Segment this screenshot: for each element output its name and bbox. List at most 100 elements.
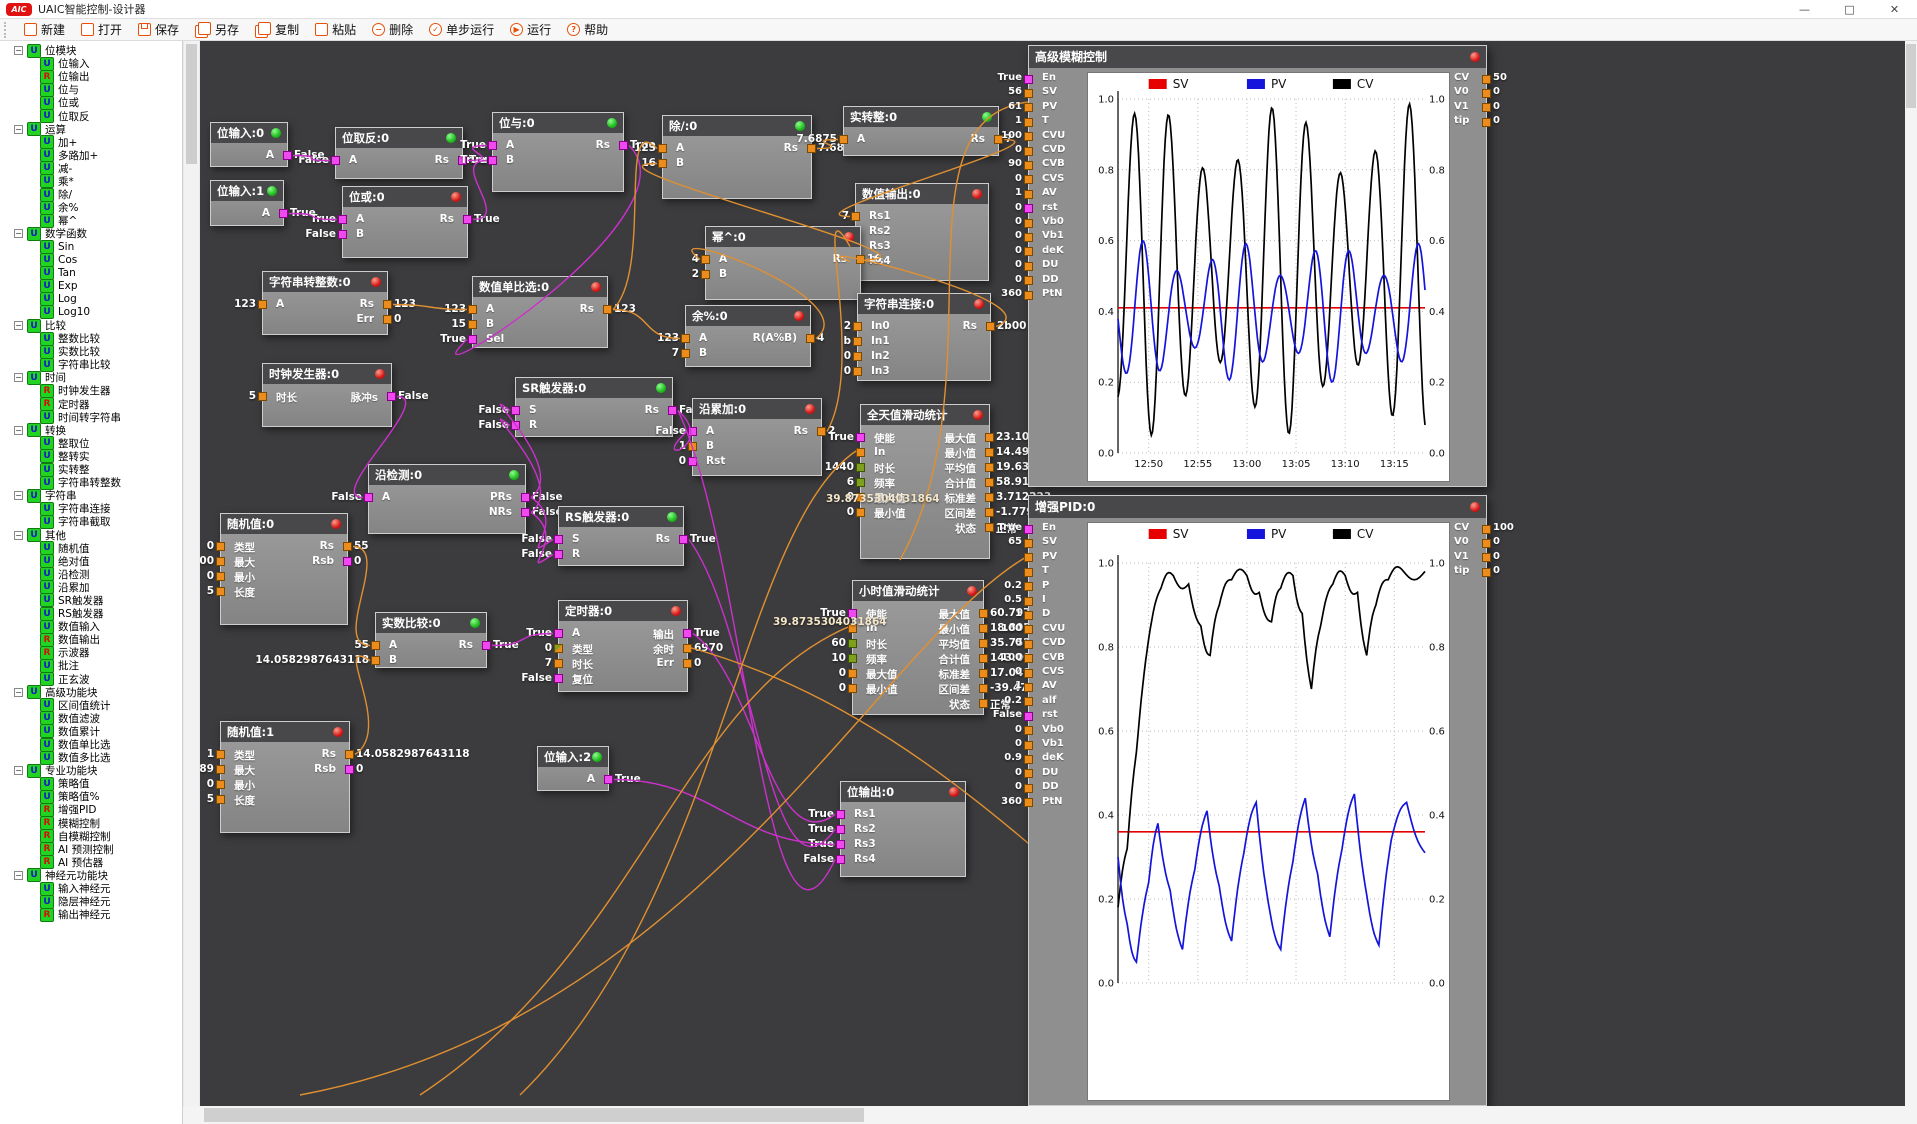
tree-item-随机值[interactable]: U随机值 (0, 542, 182, 555)
toolbar-grip-handle[interactable] (4, 22, 11, 38)
tree-item-绝对值[interactable]: U绝对值 (0, 555, 182, 568)
node-位输出:0[interactable]: 位输出:0Rs1TrueRs2TrueRs3TrueRs4False (840, 781, 966, 877)
node-title[interactable]: 余%:0 (686, 306, 810, 326)
node-位输入:1[interactable]: 位输入:1ATrue (210, 180, 284, 226)
port-n17R0[interactable] (985, 433, 994, 442)
tree-item-数值多比选[interactable]: U数值多比选 (0, 751, 182, 764)
panel-title[interactable]: 增强PID:0 (1029, 496, 1486, 518)
port-n13L0[interactable] (258, 392, 267, 401)
node-SR触发器:0[interactable]: SR触发器:0SFalseRsFalseRFalse (515, 377, 673, 437)
tree-item-Cos[interactable]: UCos (0, 254, 182, 267)
maximize-button[interactable]: □ (1827, 0, 1872, 18)
port-n17R5[interactable] (985, 508, 994, 517)
tree-item-模糊控制[interactable]: R模糊控制 (0, 817, 182, 830)
tree-item-输出神经元[interactable]: R输出神经元 (0, 908, 182, 921)
node-字符串连接:0[interactable]: 字符串连接:0In02Rs2b00In1bIn20In30 (857, 293, 991, 381)
tree-item-余%[interactable]: U余% (0, 201, 182, 214)
tree-item-位或[interactable]: U位或 (0, 96, 182, 109)
port-n13R0[interactable] (387, 392, 396, 401)
port-pB_L16[interactable] (1024, 755, 1033, 764)
port-n18L1[interactable] (216, 557, 225, 566)
node-title[interactable]: 除/:0 (663, 116, 811, 136)
node-位或:0[interactable]: 位或:0ATrueRsTrueBFalse (342, 186, 468, 258)
port-n20L0[interactable] (371, 641, 380, 650)
port-pA_R1[interactable] (1482, 89, 1491, 98)
node-数值输出:0[interactable]: 数值输出:0Rs17Rs20Rs32Rs42b00 (855, 183, 989, 281)
port-n21L1[interactable] (554, 644, 563, 653)
port-pB_L1[interactable] (1024, 539, 1033, 548)
port-pB_L0[interactable] (1024, 525, 1033, 534)
tree-item-AI 预估器[interactable]: RAI 预估器 (0, 856, 182, 869)
tree-item-字符串[interactable]: −U字符串 (0, 489, 182, 502)
port-n22L2[interactable] (848, 639, 857, 648)
node-余%:0[interactable]: 余%:0A123R(A%B)4B7 (685, 305, 811, 367)
panel-增强PID:0[interactable]: 增强PID:0EnTrueSV65PVTP0.2I0.5D1CVU100CVD0… (1028, 495, 1487, 1106)
collapse-icon[interactable]: − (14, 229, 23, 238)
toolbar-saveas-button[interactable]: 另存 (187, 19, 247, 40)
port-n9L0[interactable] (468, 305, 477, 314)
tree-item-数值累计[interactable]: U数值累计 (0, 725, 182, 738)
port-n5L1[interactable] (658, 159, 667, 168)
toolbar-help-button[interactable]: ?帮助 (559, 19, 616, 40)
tree-item-字符串比较[interactable]: U字符串比较 (0, 358, 182, 371)
tree-item-Sin[interactable]: USin (0, 240, 182, 253)
tree-item-实转整[interactable]: U实转整 (0, 463, 182, 476)
node-title[interactable]: 位输入:2 (538, 747, 608, 767)
node-title[interactable]: 数值单比选:0 (473, 277, 607, 297)
port-n18R1[interactable] (343, 557, 352, 566)
node-位输入:0[interactable]: 位输入:0AFalse (210, 122, 288, 167)
port-pB_L2[interactable] (1024, 553, 1033, 562)
tree-item-沿检测[interactable]: U沿检测 (0, 568, 182, 581)
tree-item-整转实[interactable]: U整转实 (0, 450, 182, 463)
port-n17R6[interactable] (985, 523, 994, 532)
tree-item-位输入[interactable]: U位输入 (0, 57, 182, 70)
port-n9L2[interactable] (468, 335, 477, 344)
port-n21R2[interactable] (683, 659, 692, 668)
port-n19R0[interactable] (679, 535, 688, 544)
port-n11L1[interactable] (681, 349, 690, 358)
node-实转整:0[interactable]: 实转整:0A7.6875Rs7 (843, 106, 999, 156)
toolbar-open-button[interactable]: 打开 (73, 19, 130, 40)
tree-item-数值滤波[interactable]: U数值滤波 (0, 712, 182, 725)
port-n22R2[interactable] (979, 639, 988, 648)
tree-item-乘*[interactable]: U乘* (0, 175, 182, 188)
panel-高级模糊控制[interactable]: 高级模糊控制EnTrueSV56PV61T1CVU100CVD0CVB90CVS… (1028, 45, 1487, 487)
node-幂^:0[interactable]: 幂^:0A4Rs16B2 (705, 226, 861, 300)
port-n16L0[interactable] (364, 493, 373, 502)
port-pA_L8[interactable] (1024, 190, 1033, 199)
port-n22R0[interactable] (979, 609, 988, 618)
port-n8R1[interactable] (383, 315, 392, 324)
port-n25L3[interactable] (836, 855, 845, 864)
node-title[interactable]: 位或:0 (343, 187, 467, 207)
port-n11L0[interactable] (681, 334, 690, 343)
port-n12R0[interactable] (986, 322, 995, 331)
tree-item-加+[interactable]: U加+ (0, 136, 182, 149)
panel-title[interactable]: 高级模糊控制 (1029, 46, 1486, 68)
port-pA_L5[interactable] (1024, 147, 1033, 156)
collapse-icon[interactable]: − (14, 531, 23, 540)
tree-item-正玄波[interactable]: U正玄波 (0, 673, 182, 686)
port-n25L0[interactable] (836, 810, 845, 819)
port-pA_L0[interactable] (1024, 75, 1033, 84)
port-n23L2[interactable] (216, 780, 225, 789)
port-n18R0[interactable] (343, 542, 352, 551)
port-n8R0[interactable] (383, 300, 392, 309)
node-title[interactable]: 位输入:1 (211, 181, 283, 201)
tree-item-SR触发器[interactable]: USR触发器 (0, 594, 182, 607)
tree-item-多路加+[interactable]: U多路加+ (0, 149, 182, 162)
port-pB_R1[interactable] (1482, 539, 1491, 548)
port-n1L0[interactable] (331, 156, 340, 165)
collapse-icon[interactable]: − (14, 46, 23, 55)
tree-item-AI 预测控制[interactable]: RAI 预测控制 (0, 843, 182, 856)
port-n21L2[interactable] (554, 659, 563, 668)
hscroll-thumb[interactable] (204, 1108, 864, 1122)
port-n21L3[interactable] (554, 674, 563, 683)
port-n22R5[interactable] (979, 684, 988, 693)
port-n14L1[interactable] (511, 421, 520, 430)
tree-item-字符串转整数[interactable]: U字符串转整数 (0, 476, 182, 489)
port-pA_R2[interactable] (1482, 103, 1491, 112)
tree-item-位与[interactable]: U位与 (0, 83, 182, 96)
tree-item-Log10[interactable]: ULog10 (0, 306, 182, 319)
node-title[interactable]: 位输入:0 (211, 123, 287, 143)
tree-item-时间转字符串[interactable]: U时间转字符串 (0, 411, 182, 424)
